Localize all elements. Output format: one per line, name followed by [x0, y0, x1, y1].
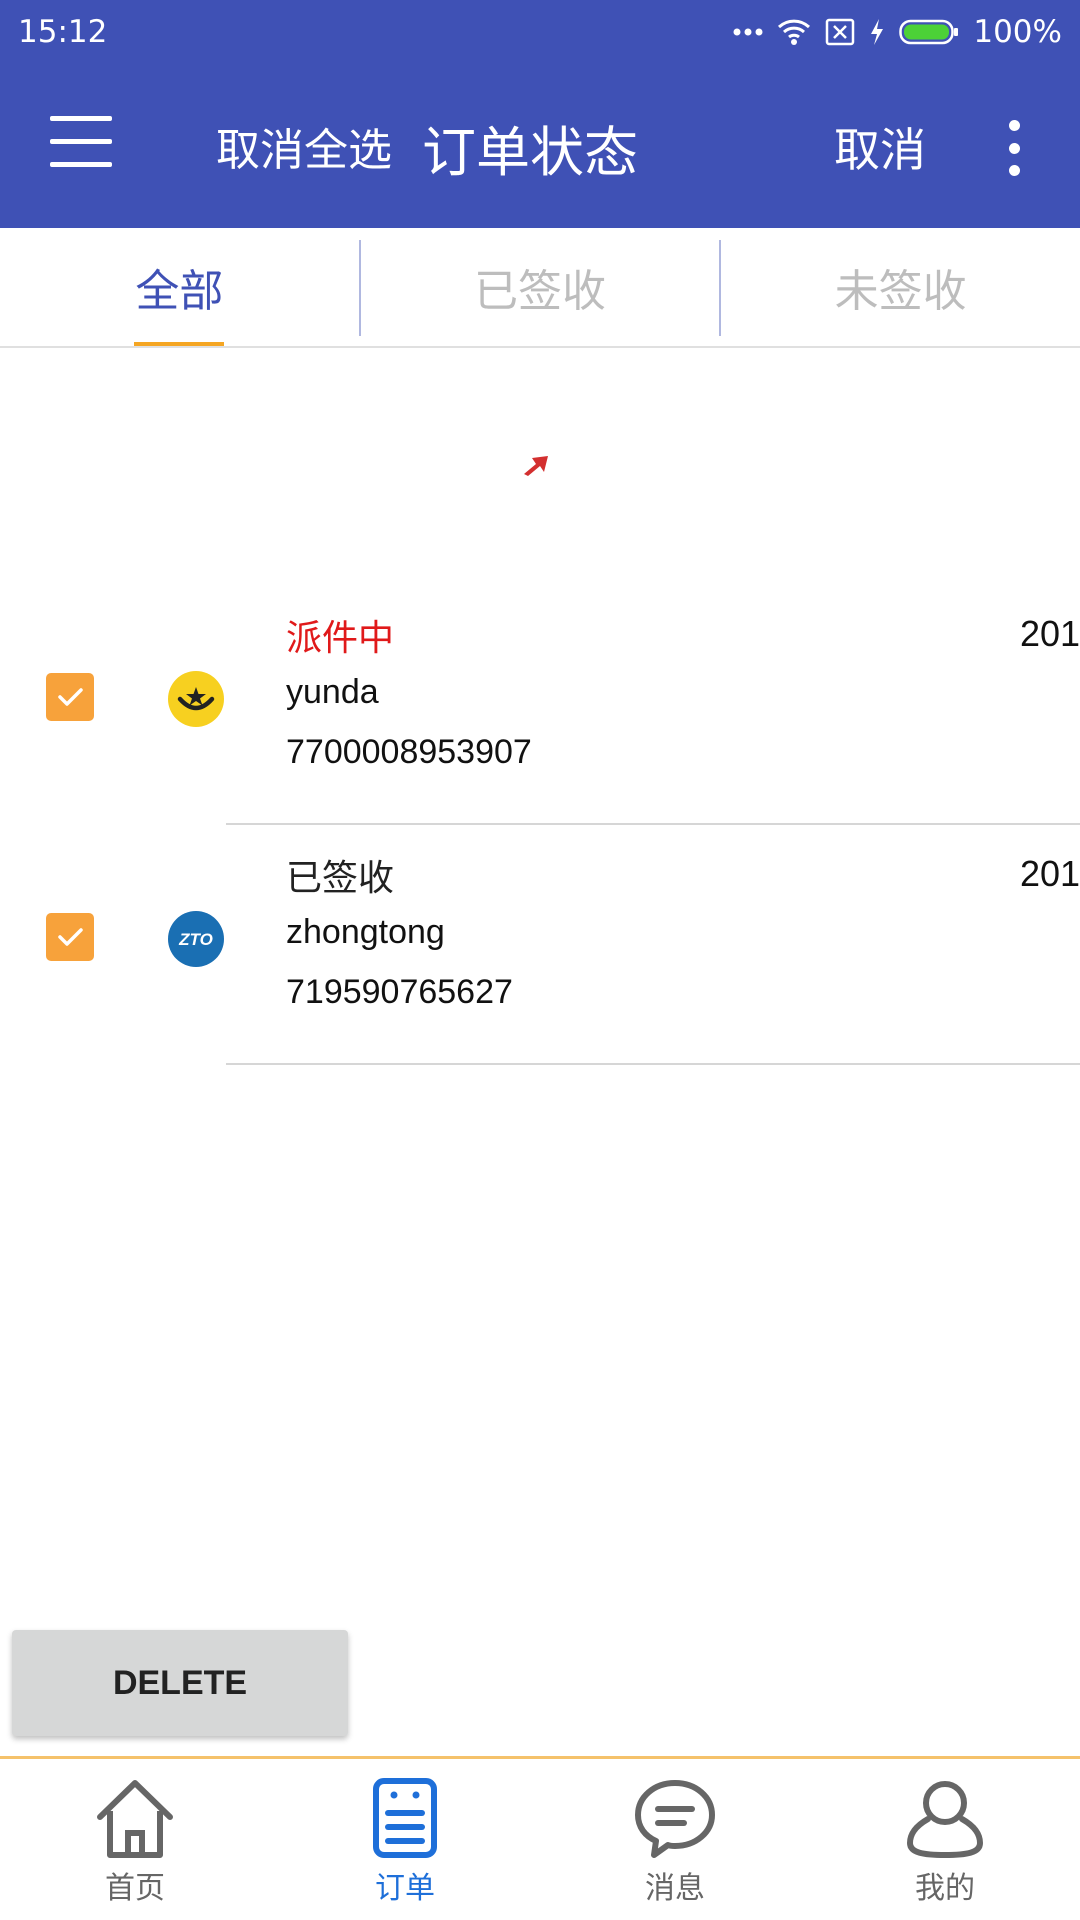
- profile-icon: [900, 1775, 990, 1861]
- order-checkbox[interactable]: [46, 913, 94, 961]
- hamburger-menu-icon[interactable]: [50, 116, 116, 172]
- cancel-button[interactable]: 取消: [834, 114, 926, 180]
- zto-logo-icon: ZTO: [168, 911, 224, 967]
- home-icon: [90, 1775, 180, 1861]
- status-bar: 15:12 100%: [0, 0, 1080, 62]
- deselect-all-button[interactable]: 取消全选: [216, 114, 392, 178]
- sim-x-icon: [825, 18, 855, 46]
- order-checkbox[interactable]: [46, 673, 94, 721]
- courier-name: yunda: [286, 673, 379, 711]
- more-dots-icon: [733, 27, 763, 37]
- order-list-item[interactable]: 派件中 yunda 7700008953907 201: [0, 585, 1080, 825]
- charging-icon: [869, 18, 885, 46]
- nav-label: 首页: [105, 1871, 165, 1906]
- nav-home[interactable]: 首页: [0, 1759, 270, 1920]
- divider: [226, 1063, 1080, 1065]
- nav-label: 我的: [915, 1871, 975, 1906]
- bottom-nav: 首页 订单 消息 我的: [0, 1756, 1080, 1920]
- battery-icon: [899, 19, 959, 45]
- orders-icon: [360, 1775, 450, 1861]
- order-date: 201: [1020, 853, 1080, 894]
- status-icons: 100%: [733, 12, 1062, 52]
- wifi-icon: [777, 18, 811, 46]
- app-bar: 15:12 100% 取消全选 订单状态 取消: [0, 0, 1080, 228]
- toolbar: 取消全选 订单状态 取消: [0, 62, 1080, 228]
- check-icon: [58, 688, 83, 706]
- tab-signed[interactable]: 已签收: [361, 228, 720, 346]
- zto-logo-text: ZTO: [178, 930, 213, 949]
- nav-label: 消息: [645, 1871, 705, 1906]
- order-status: 派件中: [286, 618, 395, 659]
- order-date: 201: [1020, 613, 1080, 654]
- tab-unsigned[interactable]: 未签收: [721, 228, 1080, 346]
- status-tabs: 全部 已签收 未签收: [0, 228, 1080, 348]
- more-vert-icon[interactable]: [1000, 120, 1028, 176]
- tab-all[interactable]: 全部: [0, 228, 359, 346]
- delete-button[interactable]: DELETE: [12, 1630, 348, 1736]
- nav-orders[interactable]: 订单: [270, 1759, 540, 1920]
- yunda-logo-icon: [168, 671, 224, 727]
- message-icon: [630, 1775, 720, 1861]
- tracking-number: 719590765627: [286, 973, 513, 1011]
- nav-label: 订单: [375, 1871, 435, 1906]
- order-list-item[interactable]: ZTO 已签收 zhongtong 719590765627 201: [0, 825, 1080, 1065]
- page-title: 订单状态: [422, 121, 638, 184]
- courier-name: zhongtong: [286, 913, 445, 951]
- order-status: 已签收: [286, 858, 395, 899]
- battery-percent: 100%: [973, 14, 1062, 50]
- nav-messages[interactable]: 消息: [540, 1759, 810, 1920]
- status-time: 15:12: [18, 14, 108, 50]
- nav-profile[interactable]: 我的: [810, 1759, 1080, 1920]
- check-icon: [58, 928, 83, 946]
- refresh-arrow-icon: [520, 448, 552, 480]
- tracking-number: 7700008953907: [286, 733, 532, 771]
